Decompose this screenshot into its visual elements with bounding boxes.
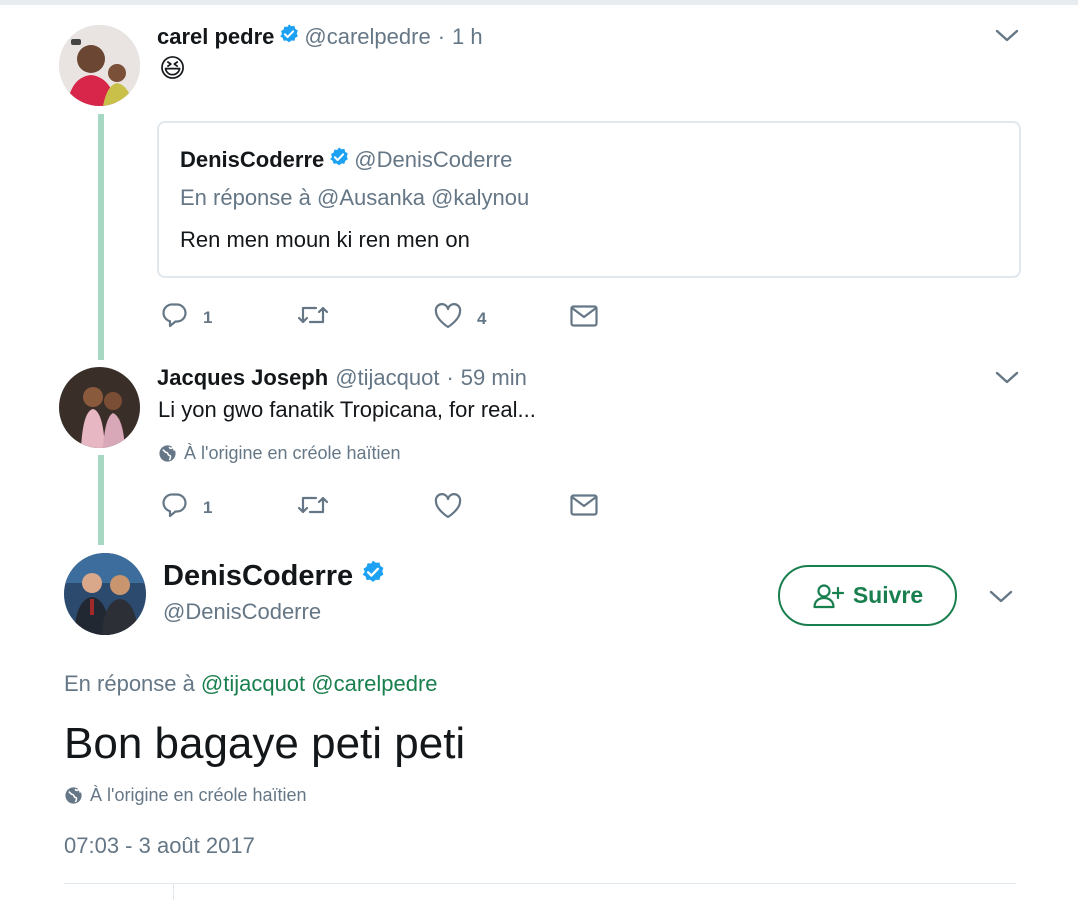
tweet-header: Jacques Joseph @tijacquot · 59 min [157,363,527,393]
reply-icon [161,301,189,334]
envelope-icon [569,492,599,523]
tweet-text: Li yon gwo fanatik Tropicana, for real..… [158,397,536,422]
timestamp[interactable]: 07:03 - 3 août 2017 [64,831,255,861]
globe-icon [64,786,83,805]
tweet-header: carel pedre @carelpedre · 1 h [157,22,483,52]
retweet-button[interactable] [297,492,343,523]
quoted-author-name: DenisCoderre [180,147,325,172]
thread-connector [98,114,104,360]
thread-connector [98,455,104,545]
avatar[interactable] [64,553,146,635]
author-name[interactable]: DenisCoderre [163,560,353,593]
heart-icon [433,302,463,335]
chevron-down-icon[interactable] [994,369,1020,392]
tweet-time[interactable]: 59 min [461,365,527,391]
author-name[interactable]: Jacques Joseph [157,365,328,391]
avatar-photo [64,553,146,635]
reply-mentions[interactable]: @tijacquot @carelpedre [201,671,438,697]
heart-icon [433,492,463,525]
quoted-text: Ren men moun ki ren men on [180,227,470,252]
reply-button[interactable]: 1 [161,301,212,334]
main-tweet-text: Bon bagaye peti peti [64,719,466,768]
like-count: 4 [477,308,487,328]
divider [64,883,1016,884]
avatar[interactable] [59,25,140,106]
like-button[interactable] [433,492,477,525]
add-user-icon [812,582,844,610]
avatar-photo [59,367,140,448]
tweet-time[interactable]: 1 h [452,24,483,50]
reply-count: 1 [203,497,213,517]
translation-note-text: À l'origine en créole haïtien [184,442,401,463]
author-handle[interactable]: @DenisCoderre [163,598,321,626]
quoted-author-handle: @DenisCoderre [354,147,513,172]
author-handle[interactable]: @carelpedre [304,24,430,50]
reply-context: En réponse à @tijacquot @carelpedre [64,669,438,699]
reply-button[interactable]: 1 [161,491,212,524]
translation-note[interactable]: À l'origine en créole haïtien [64,783,307,807]
message-button[interactable] [569,492,599,523]
tweet-text: 😆 [159,52,187,83]
chevron-down-icon[interactable] [988,588,1014,611]
reply-prefix: En réponse à [64,671,195,696]
follow-label: Suivre [852,582,924,608]
chevron-down-icon[interactable] [994,27,1020,50]
author-name[interactable]: carel pedre [157,24,274,50]
follow-button[interactable]: Suivre [778,565,957,626]
translation-note-text: À l'origine en créole haïtien [90,784,307,805]
reply-icon [161,491,189,524]
quoted-tweet[interactable]: DenisCoderre @DenisCoderre En réponse à … [157,121,1021,278]
retweet-icon [297,492,329,523]
avatar-photo [59,25,140,106]
verified-badge-icon [360,559,386,593]
quoted-header: DenisCoderre @DenisCoderre [180,145,512,175]
avatar[interactable] [59,367,140,448]
top-divider [0,0,1078,5]
quoted-reply-to: En réponse à @Ausanka @kalynou [180,185,530,210]
reply-count: 1 [203,307,213,327]
separator-dot: · [446,365,454,390]
envelope-icon [569,303,599,334]
separator-dot: · [437,24,446,49]
main-author-row: DenisCoderre [163,558,390,594]
retweet-icon [297,302,329,333]
divider [173,884,174,900]
message-button[interactable] [569,303,599,334]
verified-badge-icon [328,146,350,174]
globe-icon [158,444,177,463]
author-handle[interactable]: @tijacquot [335,365,439,391]
translation-note[interactable]: À l'origine en créole haïtien [158,441,401,465]
like-button[interactable]: 4 [433,302,486,335]
verified-badge-icon [278,23,300,51]
retweet-button[interactable] [297,302,343,333]
